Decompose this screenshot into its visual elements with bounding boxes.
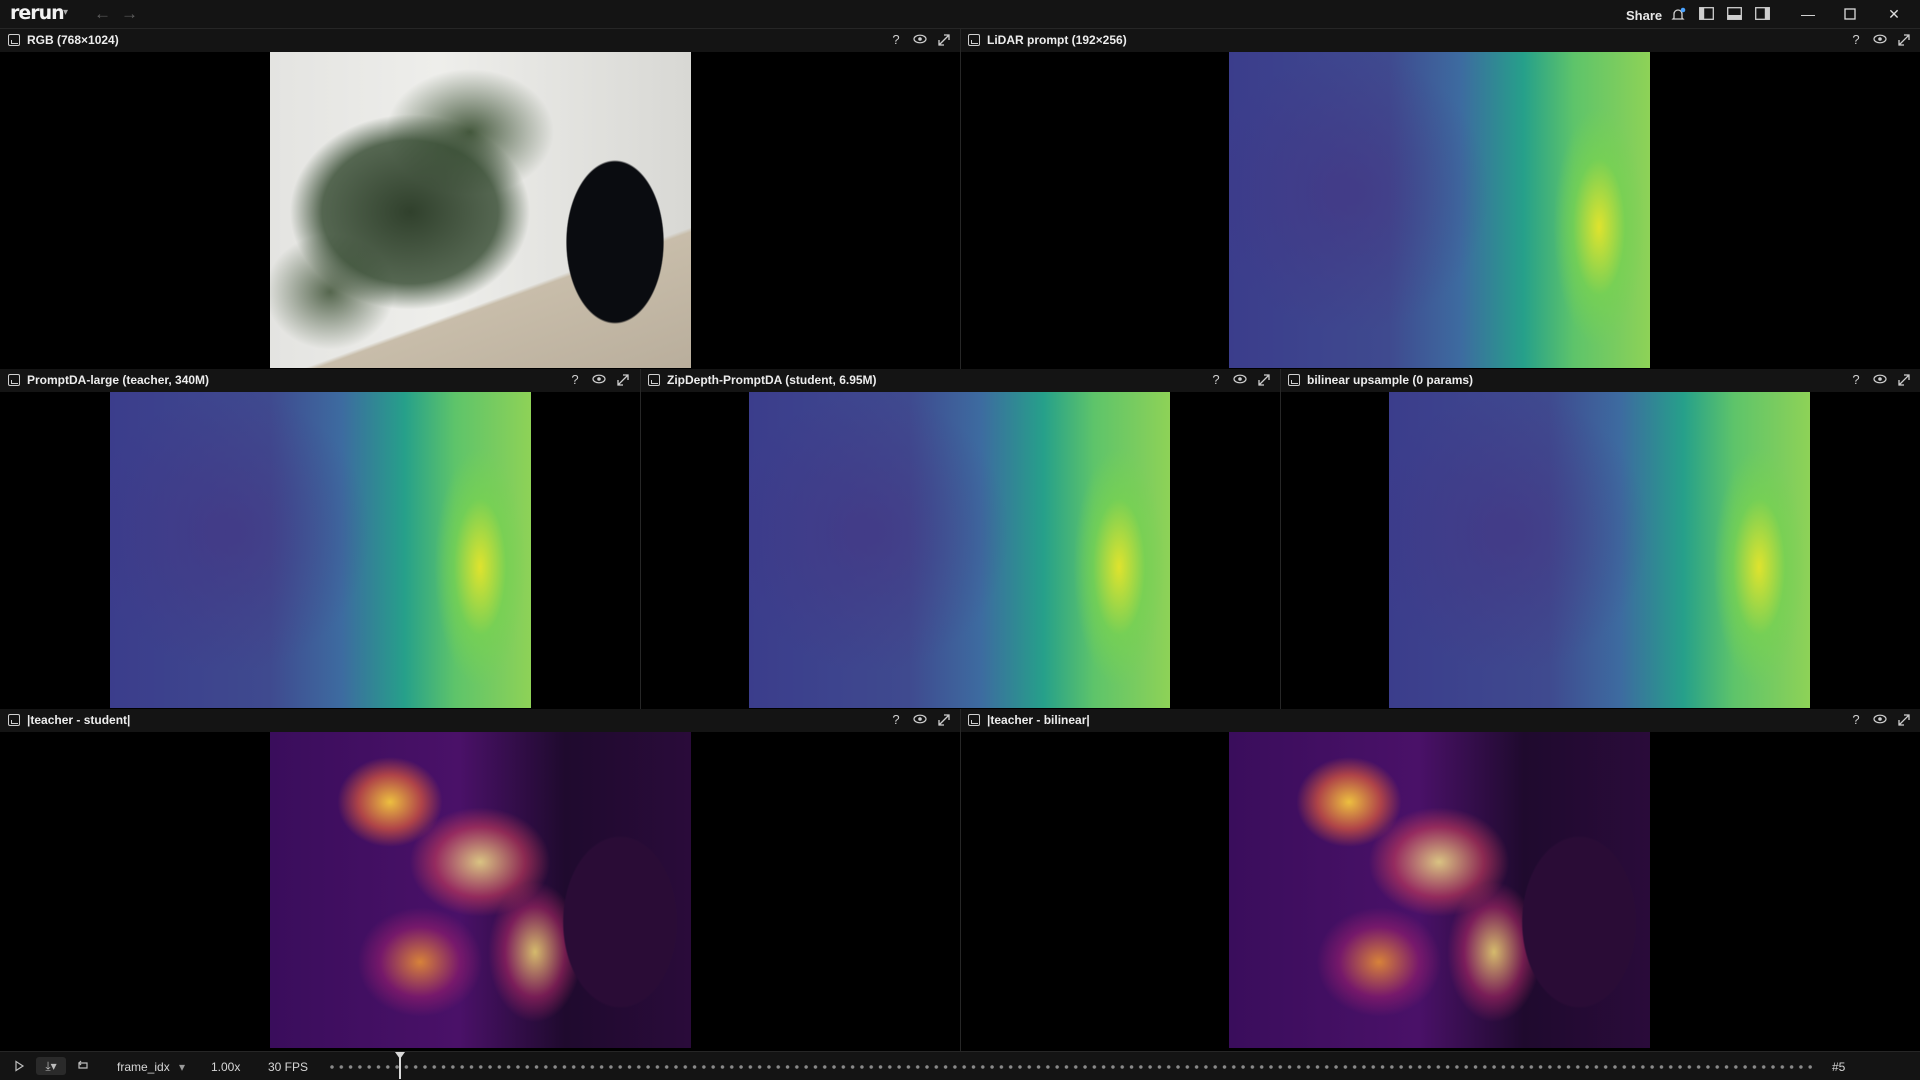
eye-icon[interactable] [912,712,928,728]
panel-title: RGB (768×1024) [27,33,119,47]
share-button[interactable]: Share [1626,8,1662,23]
lidar-depth-image [1229,52,1650,368]
panel-viewport[interactable] [960,52,1920,369]
eye-icon[interactable] [1872,32,1888,48]
panel-student: ZipDepth-PromptDA (student, 6.95M) ? [640,369,1280,709]
panel-divider[interactable] [960,29,961,369]
panel-divider[interactable] [1280,369,1281,709]
frame-markers [330,1065,1812,1069]
panel-divider[interactable] [640,369,641,709]
student-depth-image [749,392,1170,708]
loop-icon[interactable] [74,1057,92,1075]
panel-title: ZipDepth-PromptDA (student, 6.95M) [667,373,877,387]
panel-diff-teacher-bilinear: |teacher - bilinear| ? [960,709,1920,1051]
panel-header: |teacher - bilinear| ? [960,709,1920,732]
current-frame-label: #5 [1832,1060,1846,1074]
help-icon[interactable]: ? [567,372,583,388]
maximize-panel-icon[interactable] [936,32,952,48]
help-icon[interactable]: ? [1848,32,1864,48]
rgb-image [270,52,691,368]
play-icon[interactable] [10,1057,28,1075]
panel-teacher: PromptDA-large (teacher, 340M) ? [0,369,640,709]
close-icon[interactable]: ✕ [1884,4,1904,24]
image-view-icon [648,374,660,386]
maximize-icon[interactable] [1840,4,1860,24]
image-view-icon [8,374,20,386]
panel-viewport[interactable] [1280,392,1920,709]
panel-header: RGB (768×1024) ? [0,29,960,52]
eye-icon[interactable] [912,32,928,48]
panel-rgb: RGB (768×1024) ? [0,29,960,369]
panel-diff-teacher-student: |teacher - student| ? [0,709,960,1051]
timeline-track[interactable] [330,1065,1812,1069]
panel-title: PromptDA-large (teacher, 340M) [27,373,210,387]
timeline-selector[interactable]: frame_idx [117,1060,170,1074]
fps-setting[interactable]: 30 FPS [268,1060,308,1074]
panel-title: bilinear upsample (0 params) [1307,373,1474,387]
back-arrow-icon[interactable]: ← [94,4,111,24]
panel-viewport[interactable] [0,732,960,1051]
chevron-down-icon[interactable]: ▾ [63,7,68,18]
panel-viewport[interactable] [0,392,640,709]
panel-header: LiDAR prompt (192×256) ? [960,29,1920,52]
rerun-logo[interactable]: rerun [10,2,65,24]
notification-bell-icon[interactable] [1670,7,1686,20]
maximize-panel-icon[interactable] [1896,712,1912,728]
panel-title: |teacher - bilinear| [987,713,1090,727]
playback-speed[interactable]: 1.00x [211,1060,240,1074]
follow-mode-icon[interactable]: ⤓▾ [36,1057,66,1075]
maximize-panel-icon[interactable] [936,712,952,728]
rerun-viewer: rerun ▾ ← → Share — ✕ RGB (768×1024) ? L… [0,0,1920,1080]
chevron-down-icon[interactable]: ▾ [179,1060,185,1074]
timeline-bar: ⤓▾ frame_idx ▾ 1.00x 30 FPS #5 [0,1051,1920,1080]
minimize-icon[interactable]: — [1798,4,1818,24]
image-view-icon [8,714,20,726]
maximize-panel-icon[interactable] [1896,372,1912,388]
help-icon[interactable]: ? [888,712,904,728]
panel-header: PromptDA-large (teacher, 340M) ? [0,369,640,392]
toggle-left-panel-icon[interactable] [1699,7,1714,20]
panel-lidar: LiDAR prompt (192×256) ? [960,29,1920,369]
teacher-depth-image [110,392,531,708]
image-view-icon [968,714,980,726]
toggle-right-panel-icon[interactable] [1755,7,1770,20]
time-cursor[interactable] [395,1052,405,1079]
help-icon[interactable]: ? [1848,372,1864,388]
title-bar: rerun ▾ ← → Share — ✕ [0,0,1920,29]
eye-icon[interactable] [591,372,607,388]
panel-divider[interactable] [960,709,961,1051]
forward-arrow-icon[interactable]: → [121,4,138,24]
help-icon[interactable]: ? [888,32,904,48]
help-icon[interactable]: ? [1848,712,1864,728]
image-view-icon [1288,374,1300,386]
help-icon[interactable]: ? [1208,372,1224,388]
panel-viewport[interactable] [0,52,960,369]
panel-title: |teacher - student| [27,713,131,727]
image-view-icon [8,34,20,46]
panel-title: LiDAR prompt (192×256) [987,33,1127,47]
panel-header: ZipDepth-PromptDA (student, 6.95M) ? [640,369,1280,392]
eye-icon[interactable] [1232,372,1248,388]
toggle-bottom-panel-icon[interactable] [1727,7,1742,20]
panel-header: |teacher - student| ? [0,709,960,732]
maximize-panel-icon[interactable] [615,372,631,388]
panel-viewport[interactable] [640,392,1280,709]
diff-teacher-bilinear-image [1229,732,1650,1048]
diff-teacher-student-image [270,732,691,1048]
panel-header: bilinear upsample (0 params) ? [1280,369,1920,392]
maximize-panel-icon[interactable] [1256,372,1272,388]
bilinear-depth-image [1389,392,1810,708]
eye-icon[interactable] [1872,372,1888,388]
maximize-panel-icon[interactable] [1896,32,1912,48]
panel-viewport[interactable] [960,732,1920,1051]
image-view-icon [968,34,980,46]
eye-icon[interactable] [1872,712,1888,728]
panel-bilinear: bilinear upsample (0 params) ? [1280,369,1920,709]
